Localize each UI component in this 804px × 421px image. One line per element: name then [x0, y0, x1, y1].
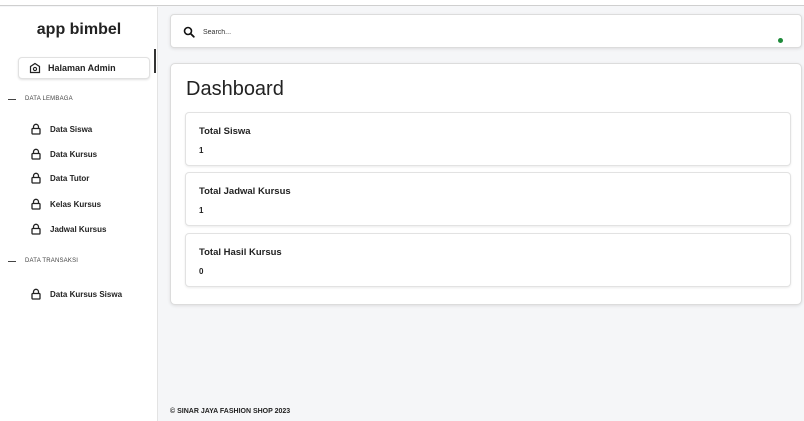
- section-title: DATA TRANSAKSI: [25, 258, 79, 264]
- lock-icon: [31, 198, 41, 210]
- section-data-lembaga: DATA LEMBAGA: [8, 96, 73, 102]
- search-icon[interactable]: [183, 26, 195, 38]
- brand-title: app bimbel: [36, 21, 122, 38]
- sidebar: app bimbel Halaman Admin DATA LEMBAGA Da…: [0, 7, 158, 421]
- active-indicator: [154, 49, 156, 73]
- section-data-transaksi: DATA TRANSAKSI: [8, 258, 78, 264]
- sidebar-item-label: Data Siswa: [50, 124, 93, 134]
- sidebar-item-label: Data Kursus Siswa: [50, 289, 123, 299]
- status-dot: [778, 38, 783, 43]
- sidebar-item-label: Halaman Admin: [48, 63, 116, 73]
- sidebar-item-label: Jadwal Kursus: [50, 224, 107, 234]
- sidebar-item-data-kursus-siswa[interactable]: Data Kursus Siswa: [30, 288, 122, 300]
- section-divider: [8, 260, 16, 262]
- gauge-icon: [29, 62, 41, 74]
- stat-card-total-siswa: Total Siswa 1: [185, 112, 791, 166]
- stat-value: 1: [199, 206, 204, 215]
- stat-value: 0: [199, 267, 204, 276]
- sidebar-item-label: Kelas Kursus: [50, 199, 102, 209]
- lock-icon: [31, 288, 41, 300]
- search-input[interactable]: [203, 24, 703, 40]
- sidebar-item-label: Data Tutor: [50, 173, 90, 183]
- sidebar-item-label: Data Kursus: [50, 149, 98, 159]
- page-title: Dashboard: [186, 78, 284, 100]
- sidebar-item-data-tutor[interactable]: Data Tutor: [30, 172, 89, 184]
- lock-icon: [31, 148, 41, 160]
- lock-icon: [31, 123, 41, 135]
- section-divider: [8, 98, 16, 100]
- sidebar-item-kelas-kursus[interactable]: Kelas Kursus: [30, 198, 101, 210]
- section-title: DATA LEMBAGA: [25, 96, 73, 102]
- search-bar: [170, 14, 802, 48]
- sidebar-item-jadwal-kursus[interactable]: Jadwal Kursus: [30, 223, 106, 235]
- lock-icon: [31, 223, 41, 235]
- sidebar-item-data-siswa[interactable]: Data Siswa: [30, 123, 92, 135]
- dashboard-card: Dashboard Total Siswa 1 Total Jadwal Kur…: [170, 63, 802, 305]
- sidebar-item-data-kursus[interactable]: Data Kursus: [30, 148, 97, 160]
- stat-card-total-hasil-kursus: Total Hasil Kursus 0: [185, 233, 791, 287]
- footer-copyright: © SINAR JAYA FASHION SHOP 2023: [170, 408, 291, 415]
- stat-label: Total Hasil Kursus: [199, 247, 282, 258]
- sidebar-item-halaman-admin[interactable]: Halaman Admin: [18, 57, 150, 79]
- top-edge: [0, 0, 804, 6]
- lock-icon: [31, 172, 41, 184]
- stat-value: 1: [199, 146, 204, 155]
- stat-label: Total Siswa: [199, 126, 251, 137]
- stat-label: Total Jadwal Kursus: [199, 186, 291, 197]
- stat-card-total-jadwal-kursus: Total Jadwal Kursus 1: [185, 172, 791, 226]
